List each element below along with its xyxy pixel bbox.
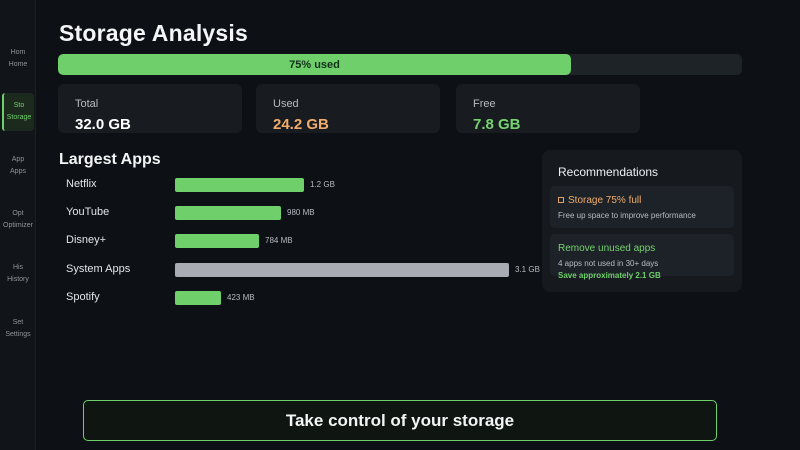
sidebar-item-label: History (7, 276, 29, 283)
recommendation-storage-full[interactable]: Storage 75% full Free up space to improv… (550, 186, 734, 228)
warning-icon (558, 197, 564, 203)
nav-icon-text: App (11, 156, 25, 163)
sidebar-item-label: Apps (10, 168, 26, 175)
recommendation-title-text: Storage 75% full (568, 195, 642, 206)
sidebar-item-label: Settings (5, 331, 31, 338)
nav-icon-text: Set (12, 319, 24, 326)
largest-apps-title: Largest Apps (59, 151, 161, 168)
app-name: System Apps (66, 263, 131, 275)
nav-icon-text: Sto (13, 102, 25, 109)
sidebar-item-storage[interactable]: Sto Storage (2, 93, 34, 131)
app-size-bar (175, 263, 509, 277)
sidebar-item-label: Home (8, 61, 28, 68)
app-size-bar (175, 234, 259, 248)
app-name: Netflix (66, 178, 97, 190)
stat-label: Total (75, 98, 99, 110)
recommendation-subtitle: Free up space to improve performance (558, 211, 696, 220)
nav-icon-text: Opt (12, 210, 24, 217)
app-size-label: 3.1 GB (515, 265, 540, 274)
stat-label: Used (273, 98, 299, 110)
storage-usage-label: 75% used (289, 58, 340, 71)
sidebar: Hom Home Sto Storage App Apps Opt Optimi… (0, 0, 36, 450)
app-row-netflix[interactable]: Netflix 1.2 GB (66, 177, 546, 193)
app-size-bar (175, 206, 281, 220)
sidebar-item-history[interactable]: His History (2, 255, 34, 293)
app-row-youtube[interactable]: YouTube 980 MB (66, 205, 546, 221)
recommendation-savings: Save approximately 2.1 GB (558, 271, 661, 280)
app-size-label: 1.2 GB (310, 180, 335, 189)
nav-icon-text: His (12, 264, 24, 271)
recommendation-subtitle: 4 apps not used in 30+ days (558, 259, 659, 268)
stat-card-used: Used 24.2 GB (256, 84, 440, 133)
app-row-spotify[interactable]: Spotify 423 MB (66, 290, 546, 306)
app-name: YouTube (66, 206, 110, 218)
storage-usage-bar: 75% used (58, 54, 742, 75)
app-row-disney[interactable]: Disney+ 784 MB (66, 233, 546, 249)
stat-value: 32.0 GB (75, 116, 131, 133)
app-size-label: 784 MB (265, 236, 293, 245)
stat-card-total: Total 32.0 GB (58, 84, 242, 133)
app-name: Spotify (66, 291, 100, 303)
app-size-bar (175, 291, 221, 305)
stat-value: 24.2 GB (273, 116, 329, 133)
recommendation-title: Storage 75% full (558, 195, 641, 206)
nav-icon-text: Hom (10, 49, 26, 56)
sidebar-item-apps[interactable]: App Apps (2, 147, 34, 185)
sidebar-item-optimizer[interactable]: Opt Optimizer (2, 201, 34, 239)
recommendation-remove-unused[interactable]: Remove unused apps 4 apps not used in 30… (550, 234, 734, 280)
sidebar-item-label: Optimizer (3, 222, 33, 229)
page-title: Storage Analysis (59, 20, 248, 46)
stat-label: Free (473, 98, 496, 110)
cta-banner[interactable]: Take control of your storage (83, 400, 717, 441)
app-size-bar (175, 178, 304, 192)
app-size-label: 423 MB (227, 293, 255, 302)
sidebar-item-label: Storage (6, 114, 32, 121)
stat-value: 7.8 GB (473, 116, 521, 133)
app-size-label: 980 MB (287, 208, 315, 217)
sidebar-item-settings[interactable]: Set Settings (2, 310, 34, 348)
recommendation-title: Remove unused apps (558, 243, 656, 254)
app-row-system-apps[interactable]: System Apps 3.1 GB (66, 262, 546, 278)
sidebar-item-home[interactable]: Hom Home (2, 40, 34, 78)
recommendations-panel: Recommendations Storage 75% full Free up… (542, 150, 742, 292)
recommendations-title: Recommendations (558, 165, 659, 179)
app-name: Disney+ (66, 234, 107, 246)
stat-card-free: Free 7.8 GB (456, 84, 640, 133)
